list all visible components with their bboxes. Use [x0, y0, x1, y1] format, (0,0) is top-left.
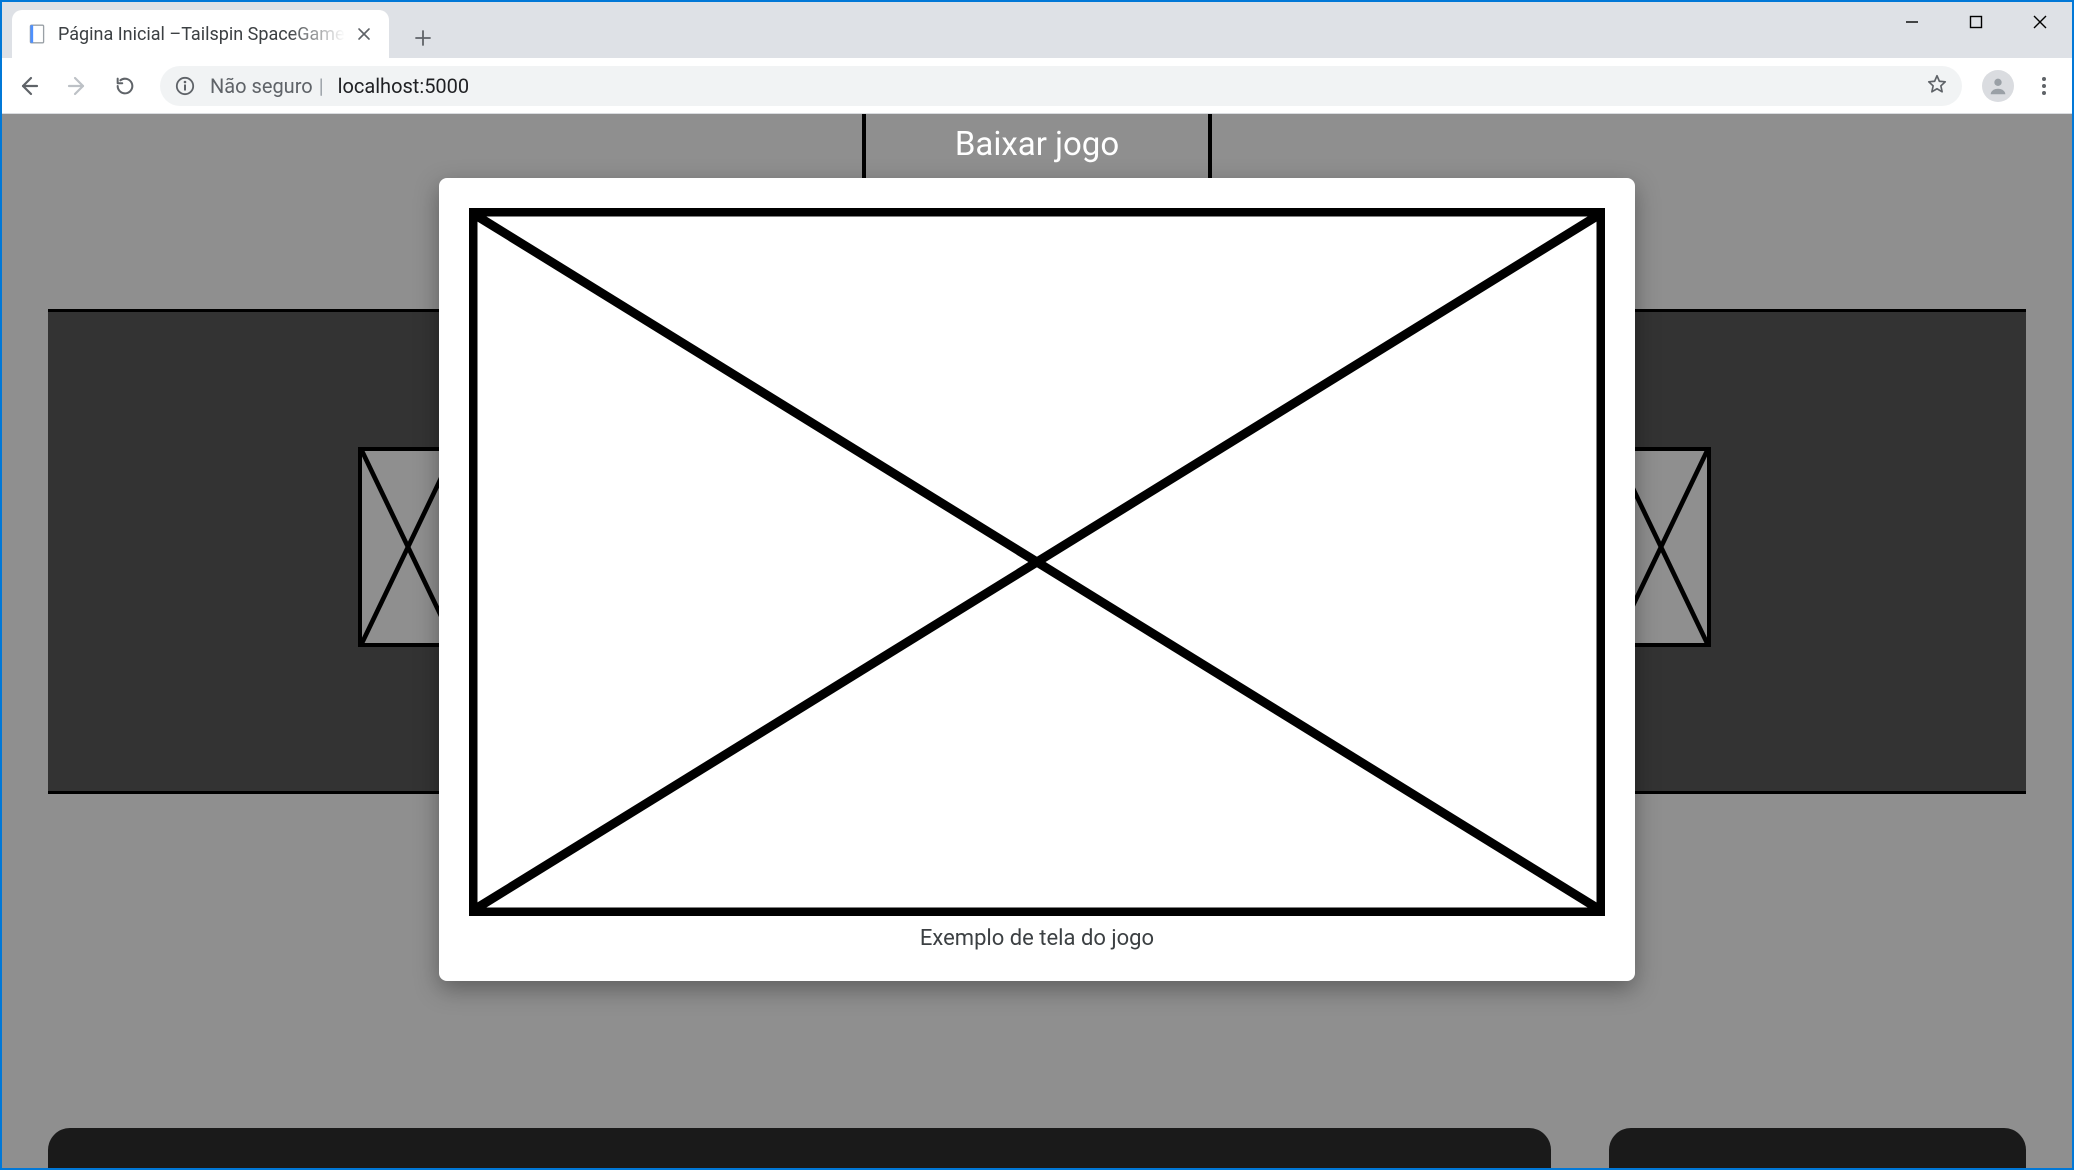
screenshot-placeholder-image	[469, 208, 1605, 916]
minimize-window-button[interactable]	[1880, 2, 1944, 42]
new-tab-button[interactable]	[403, 18, 443, 58]
page-footer-cards	[48, 1128, 2026, 1168]
page-favicon-icon	[26, 23, 48, 45]
close-tab-icon[interactable]	[353, 23, 375, 45]
site-info-icon[interactable]	[174, 75, 196, 97]
maximize-window-button[interactable]	[1944, 2, 2008, 42]
footer-card-large[interactable]	[48, 1128, 1551, 1168]
address-bar[interactable]: Não seguro | localhost:5000	[160, 66, 1962, 106]
reload-button[interactable]	[104, 65, 146, 107]
close-window-button[interactable]	[2008, 2, 2072, 42]
window-controls	[1880, 2, 2072, 42]
bookmark-star-icon[interactable]	[1926, 73, 1948, 99]
profile-avatar-icon[interactable]	[1982, 70, 2014, 102]
screenshot-modal: Exemplo de tela do jogo	[439, 178, 1635, 981]
page-viewport: Baixar jogo	[2, 114, 2072, 1168]
browser-toolbar: Não seguro | localhost:5000	[2, 58, 2072, 114]
browser-window: Página Inicial –Tailspin SpaceGame	[2, 2, 2072, 1168]
download-game-label: Baixar jogo	[955, 125, 1119, 164]
browser-tab-strip: Página Inicial –Tailspin SpaceGame	[2, 2, 2072, 58]
forward-button[interactable]	[56, 65, 98, 107]
tab-title: Página Inicial –Tailspin SpaceGame	[58, 24, 345, 45]
url-text: localhost:5000	[338, 74, 470, 98]
browser-tab[interactable]: Página Inicial –Tailspin SpaceGame	[12, 10, 389, 58]
browser-menu-button[interactable]	[2026, 68, 2062, 104]
security-status-label: Não seguro	[210, 74, 313, 98]
modal-caption: Exemplo de tela do jogo	[920, 926, 1154, 951]
back-button[interactable]	[8, 65, 50, 107]
separator: |	[319, 74, 324, 98]
footer-card-small[interactable]	[1609, 1128, 2026, 1168]
